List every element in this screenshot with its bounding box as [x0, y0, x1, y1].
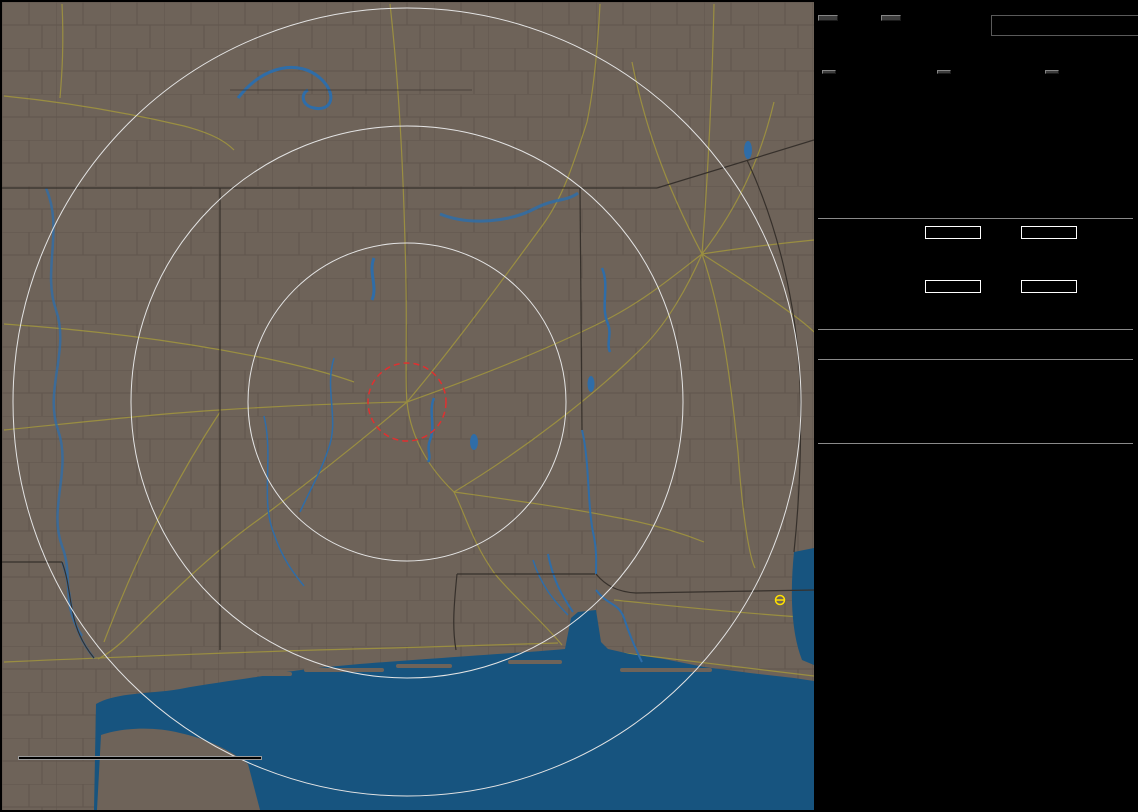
neg-ic-bar [1021, 280, 1077, 293]
separator [818, 443, 1133, 444]
map-legend [18, 756, 262, 760]
squelch-row [815, 374, 1138, 394]
uptime-row [815, 460, 1138, 480]
strike-mode-button[interactable] [818, 15, 838, 21]
lightning-map[interactable] [2, 2, 814, 810]
intracloud-row [815, 279, 1138, 293]
bearing-display [991, 15, 1138, 36]
noise-mode-button[interactable] [881, 15, 901, 21]
map-container [2, 2, 814, 810]
neg-cg-bar [1021, 226, 1077, 239]
peak-rate-row [815, 483, 1138, 503]
persistence-row [815, 394, 1138, 414]
trend-graph [815, 528, 1133, 806]
separator [818, 359, 1133, 360]
separator [818, 329, 1133, 330]
range-row [815, 414, 1138, 434]
separator [818, 218, 1133, 219]
noises-per-min-label [1045, 70, 1059, 74]
cloud-ground-row [815, 225, 1138, 239]
pos-cg-bar [925, 226, 981, 239]
close-per-min-label [937, 70, 951, 74]
app-window [0, 0, 1138, 812]
strikes-per-min-label [822, 70, 836, 74]
pos-ic-bar [925, 280, 981, 293]
status-panel [815, 0, 1138, 812]
